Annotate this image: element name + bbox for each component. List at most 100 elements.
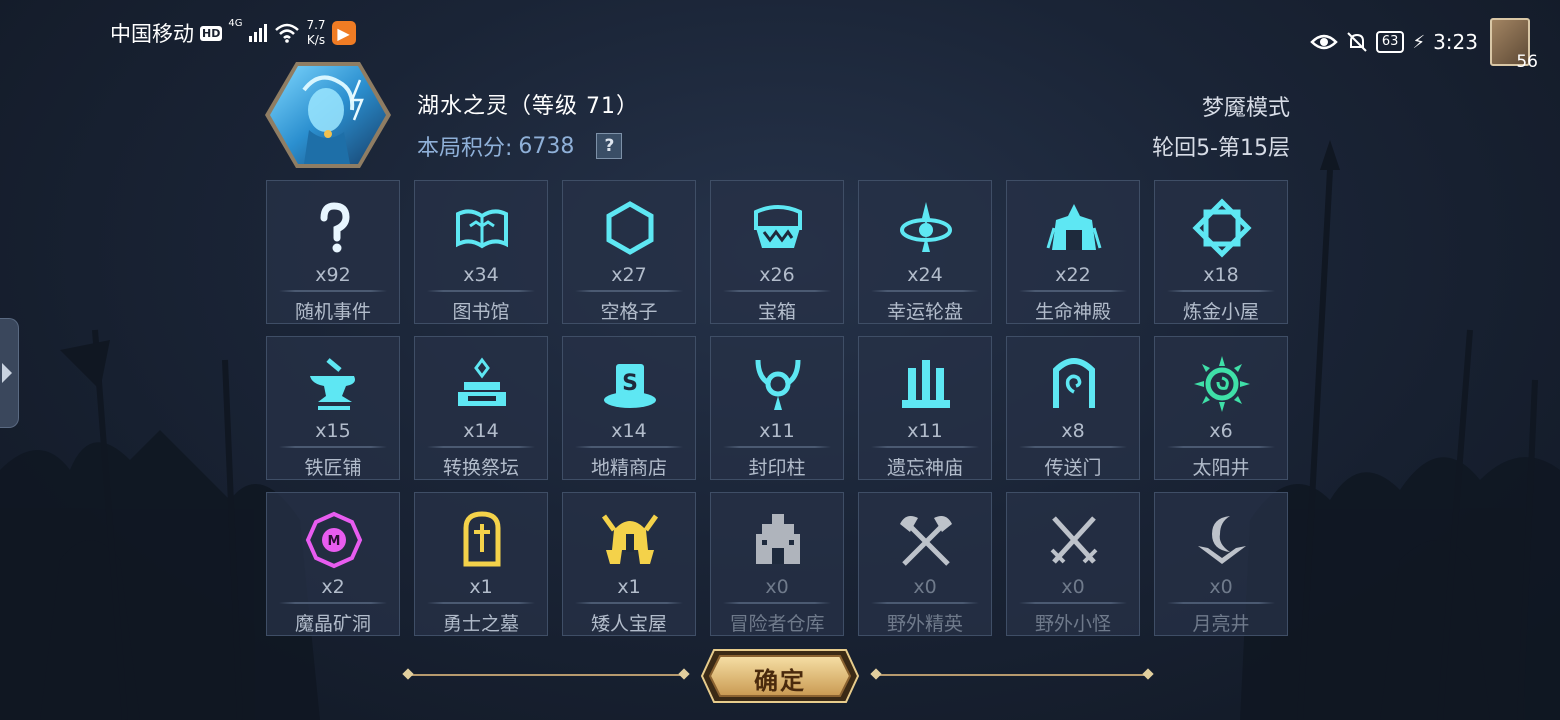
tile-divider [871,290,979,292]
tile-divider [279,602,387,604]
tile-divider [575,602,683,604]
charging-icon: ⚡ [1412,31,1426,53]
notification-thumbnail[interactable]: 56 [1486,18,1538,72]
event-label: 矮人宝屋 [590,613,667,635]
carrier-name: 中国移动 [110,22,194,46]
score-help-button[interactable]: ? [596,133,623,159]
event-tile[interactable]: x24 幸运轮盘 [858,180,992,324]
event-tile[interactable]: x27 空格子 [562,180,696,324]
event-count: x11 [759,420,795,442]
tile-divider [1167,602,1275,604]
event-label: 传送门 [1044,457,1102,479]
forgotten-temple-icon [896,354,956,414]
confirm-label: 确定 [754,667,806,695]
event-count: x0 [765,576,789,598]
sun-well-icon [1192,354,1252,414]
event-count: x27 [611,264,647,286]
phone-status-bar: 中国移动 HD 4G 7.7 K/s ▶ 63 ⚡ 3:23 56 [0,0,1560,72]
event-count: x1 [617,576,641,598]
event-count: x11 [907,420,943,442]
run-summary-header: 湖水之灵（等级 71） 本局积分: 6738 ? 梦魇模式 轮回5-第15层 [264,58,1290,173]
altar-icon [452,354,512,414]
event-label: 太阳井 [1192,457,1250,479]
svg-text:S: S [622,371,638,396]
treasure-chest-icon [748,198,808,258]
event-tile[interactable]: x34 图书馆 [414,180,548,324]
mute-bell-icon [1347,32,1367,52]
event-count: x6 [1209,420,1233,442]
event-tile[interactable]: x0 野外精英 [858,492,992,636]
event-label: 转换祭坛 [442,457,519,479]
event-count: x1 [469,576,493,598]
event-label: 封印柱 [748,457,806,479]
event-label: 地精商店 [590,457,667,479]
event-tile[interactable]: x0 月亮井 [1154,492,1288,636]
event-tile[interactable]: x6 太阳井 [1154,336,1288,480]
score-label: 本局积分: [417,136,513,161]
tile-divider [279,290,387,292]
hd-badge: HD [200,25,223,41]
event-count: x22 [1055,264,1091,286]
event-tile[interactable]: x11 封印柱 [710,336,844,480]
event-label: 宝箱 [757,301,796,323]
confirm-button[interactable]: 确定 [700,648,860,704]
warehouse-icon [748,510,808,570]
event-label: 随机事件 [294,301,371,323]
event-tile[interactable]: x0 野外小怪 [1006,492,1140,636]
event-tile[interactable]: Sx14 地精商店 [562,336,696,480]
signal-strength-icon [249,24,268,42]
event-count: x0 [1209,576,1233,598]
divider-ornament [870,668,882,680]
event-count: x24 [907,264,943,286]
tile-divider [427,602,535,604]
clock-time: 3:23 [1433,30,1478,54]
event-tile[interactable]: x92 随机事件 [266,180,400,324]
network-type: 4G [228,18,243,29]
event-count-grid: x92 随机事件 x34 图书馆 x27 空格子 x26 宝箱 x24 幸运轮盘 x22 生命神殿 x1… [266,180,1290,636]
event-tile[interactable]: x1 勇士之墓 [414,492,548,636]
event-count: x92 [315,264,351,286]
tile-divider [1019,446,1127,448]
tile-divider [1019,602,1127,604]
magic-crystal-icon: M [304,510,364,570]
event-count: x18 [1203,264,1239,286]
divider-ornament [402,668,414,680]
event-label: 生命神殿 [1034,301,1111,323]
event-tile[interactable]: x15 铁匠铺 [266,336,400,480]
event-tile[interactable]: x14 转换祭坛 [414,336,548,480]
tile-divider [427,290,535,292]
score-row: 本局积分: 6738 ? [417,130,623,162]
portal-icon [1044,354,1104,414]
tile-divider [1167,446,1275,448]
moon-well-icon [1192,510,1252,570]
event-tile[interactable]: Mx2 魔晶矿洞 [266,492,400,636]
event-label: 炼金小屋 [1182,301,1259,323]
temple-icon [1044,198,1104,258]
event-count: x2 [321,576,345,598]
event-tile[interactable]: x8 传送门 [1006,336,1140,480]
eye-icon [1310,34,1338,50]
difficulty-mode: 梦魇模式 [1201,96,1290,121]
event-label: 勇士之墓 [442,613,519,635]
tile-divider [1167,290,1275,292]
event-label: 铁匠铺 [304,457,362,479]
cycle-floor-level: 轮回5-第15层 [1152,136,1290,161]
tile-divider [723,290,831,292]
event-tile[interactable]: x18 炼金小屋 [1154,180,1288,324]
event-count: x0 [1061,576,1085,598]
tile-divider [575,290,683,292]
event-count: x14 [611,420,647,442]
side-drawer-tab[interactable] [0,318,19,428]
play-icon: ▶ [331,21,356,45]
event-count: x8 [1061,420,1085,442]
event-tile[interactable]: x26 宝箱 [710,180,844,324]
event-count: x34 [463,264,499,286]
event-tile[interactable]: x1 矮人宝屋 [562,492,696,636]
event-tile[interactable]: x22 生命神殿 [1006,180,1140,324]
event-tile[interactable]: x11 遗忘神庙 [858,336,992,480]
hero-avatar[interactable] [264,60,392,170]
event-label: 遗忘神庙 [886,457,963,479]
event-tile[interactable]: x0 冒险者仓库 [710,492,844,636]
tile-divider [723,602,831,604]
hero-name-level: 湖水之灵（等级 71） [417,94,639,119]
